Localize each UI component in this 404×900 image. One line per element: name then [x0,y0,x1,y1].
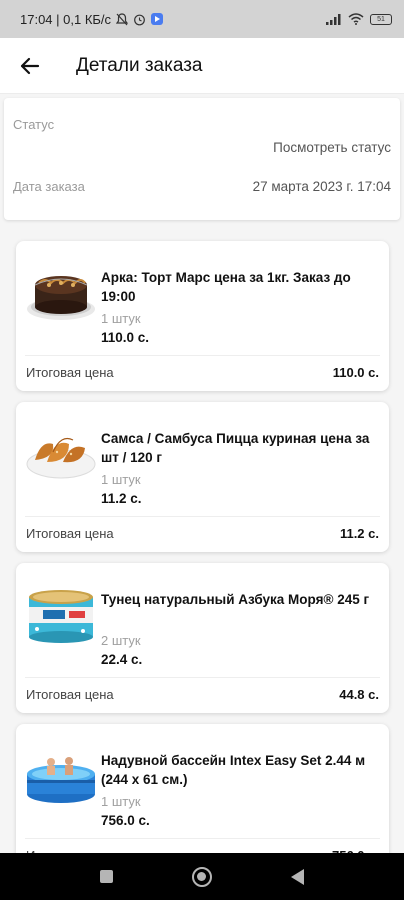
media-app-icon [151,13,164,25]
order-item-card[interactable]: Тунец натуральный Азбука Моря® 245 г 2 ш… [16,563,389,713]
item-quantity: 2 штук [101,633,141,648]
system-nav-bar [0,853,404,900]
status-time-speed: 17:04 | 0,1 КБ/с [20,11,112,27]
status-bar-left: 17:04 | 0,1 КБ/с [20,11,164,27]
total-price-value: 110.0 с. [332,365,379,380]
home-button[interactable] [191,866,212,887]
alarm-icon [134,14,145,25]
mute-icon [116,12,129,25]
item-price: 22.4 с. [101,652,143,667]
order-info-card: Статус Посмотреть статус Дата заказа 27 … [4,98,400,220]
app-bar: Детали заказа [0,38,404,94]
order-item-card[interactable]: Надувной бассейн Intex Easy Set 2.44 м (… [16,724,389,874]
order-item-card[interactable]: Арка: Торт Марс цена за 1кг. Заказ до 19… [16,241,389,391]
signal-icon [326,13,341,25]
total-price-label: Итоговая цена [26,687,114,702]
total-price-value: 11.2 с. [339,526,379,541]
item-name: Самса / Самбуса Пицца куриная цена за шт… [101,431,370,465]
total-price-label: Итоговая цена [26,365,114,380]
status-bar: 17:04 | 0,1 КБ/с 51 [0,0,404,38]
item-quantity: 1 штук [101,311,141,326]
samsa-thumbnail [26,437,96,479]
total-price-label: Итоговая цена [26,526,114,541]
item-name: Арка: Торт Марс цена за 1кг. Заказ до 19… [101,270,351,304]
wifi-icon [348,13,364,25]
item-name: Тунец натуральный Азбука Моря® 245 г [101,592,370,607]
page-title: Детали заказа [76,54,203,76]
back-button[interactable] [2,38,58,94]
divider [25,355,380,356]
system-back-button[interactable] [291,868,305,885]
cake-thumbnail [27,276,95,320]
pool-thumbnail [27,757,95,803]
order-date-value: 27 марта 2023 г. 17:04 [252,179,391,194]
total-price-value: 44.8 с. [339,687,379,702]
order-date-label: Дата заказа [13,179,85,194]
arrow-left-icon [20,57,40,74]
order-item-card[interactable]: Самса / Самбуса Пицца куриная цена за шт… [16,402,389,552]
item-quantity: 1 штук [101,472,141,487]
item-quantity: 1 штук [101,794,141,809]
item-price: 756.0 с. [101,813,150,828]
item-price: 110.0 с. [101,330,150,345]
item-name: Надувной бассейн Intex Easy Set 2.44 м (… [101,753,366,787]
battery-icon: 51 [370,13,392,25]
recents-button[interactable] [99,870,113,883]
tuna-can-thumbnail [29,590,93,643]
battery-level: 51 [377,15,385,23]
divider [25,677,380,678]
divider [25,838,380,839]
status-bar-right: 51 [326,13,392,25]
item-price: 11.2 с. [101,491,142,506]
status-label: Статус [13,117,55,132]
divider [25,516,380,517]
view-status-link[interactable]: Посмотреть статус [273,140,391,155]
order-items-list: Арка: Торт Марс цена за 1кг. Заказ до 19… [16,241,389,885]
